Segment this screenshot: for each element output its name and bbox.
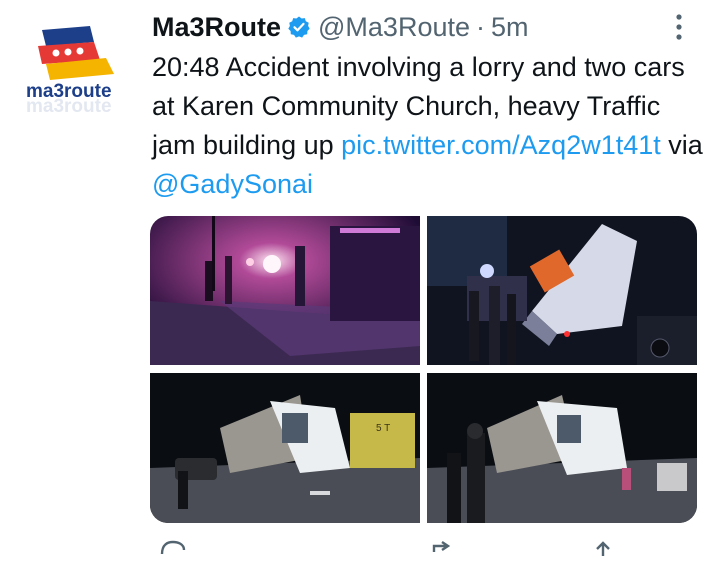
timestamp[interactable]: 5m xyxy=(491,12,529,43)
retweet-icon[interactable] xyxy=(428,538,464,563)
separator-dot: · xyxy=(476,11,485,42)
reply-icon[interactable] xyxy=(158,538,188,563)
mention-link[interactable]: @GadySonai xyxy=(152,169,313,199)
avatar[interactable]: ma3route ma3route xyxy=(22,22,134,117)
photo-3[interactable]: 5 T xyxy=(150,373,420,523)
via-text: via xyxy=(660,130,703,160)
display-name[interactable]: Ma3Route xyxy=(152,12,281,43)
photo-4[interactable] xyxy=(427,373,697,523)
svg-text:5 T: 5 T xyxy=(376,423,390,434)
photo-1[interactable] xyxy=(150,216,420,365)
avatar-logo-reflection: ma3route xyxy=(26,96,112,114)
pic-link[interactable]: pic.twitter.com/Azq2w1t41t xyxy=(341,130,661,160)
tweet-text: 20:48 Accident involving a lorry and two… xyxy=(152,48,704,204)
action-bar xyxy=(150,538,697,558)
more-vertical-icon[interactable] xyxy=(669,12,689,42)
tweet-header: Ma3Route @Ma3Route · 5m xyxy=(152,10,529,44)
photo-2[interactable] xyxy=(427,216,697,365)
share-icon[interactable] xyxy=(588,538,618,563)
handle[interactable]: @Ma3Route xyxy=(318,12,470,43)
ma3route-logo-icon xyxy=(38,26,114,80)
media-grid: 5 T xyxy=(150,216,697,523)
verified-badge-icon xyxy=(287,15,311,39)
